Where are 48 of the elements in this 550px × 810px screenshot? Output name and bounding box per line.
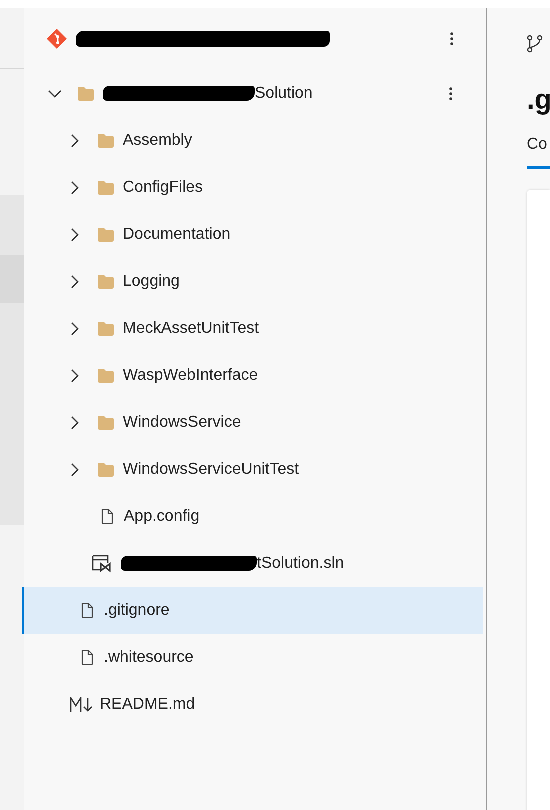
markdown-icon <box>70 696 94 712</box>
item-label: MeckAssetUnitTest <box>123 320 260 338</box>
folder-icon <box>98 180 114 194</box>
tree-item[interactable]: README.md <box>22 681 483 728</box>
folder-icon <box>78 86 94 100</box>
folder-icon <box>98 322 114 336</box>
tree-item[interactable]: Assembly <box>22 117 483 164</box>
item-label: .gitignore <box>104 602 170 620</box>
item-label: tSolution.sln <box>257 554 344 572</box>
item-label: Assembly <box>123 132 192 150</box>
tree-item[interactable]: Documentation <box>22 211 483 258</box>
tree-item[interactable]: WaspWebInterface <box>22 352 483 399</box>
folder-icon <box>98 462 114 476</box>
item-label: .whitesource <box>104 648 194 666</box>
item-label: WindowsServiceUnitTest <box>123 460 300 478</box>
tree-item[interactable]: MeckAssetUnitTest <box>22 305 483 352</box>
folder-icon <box>98 134 114 148</box>
tree-item[interactable]: WindowsService <box>22 399 483 446</box>
folder-icon <box>98 274 114 288</box>
tree-item[interactable]: .whitesource <box>22 634 483 681</box>
item-label: Solution <box>255 84 313 102</box>
tab[interactable]: Co <box>527 135 550 169</box>
file-title: .g <box>527 83 550 117</box>
folder-icon <box>98 416 114 430</box>
folder-icon <box>98 368 114 382</box>
solution-file-icon <box>92 554 112 572</box>
file-icon <box>80 649 94 666</box>
item-label: WaspWebInterface <box>123 366 258 384</box>
tree-item[interactable]: Solution <box>22 70 483 117</box>
tree-item[interactable]: App.config <box>22 493 483 540</box>
tree-item[interactable]: .gitignore <box>22 587 483 634</box>
git-logo-icon <box>47 29 67 49</box>
file-icon <box>80 602 94 619</box>
tree-item[interactable]: ConfigFiles <box>22 164 483 211</box>
item-label: ConfigFiles <box>123 178 204 196</box>
branch-icon <box>527 35 543 53</box>
file-icon <box>100 508 114 525</box>
item-label: Logging <box>123 272 180 290</box>
item-label: Documentation <box>123 226 231 244</box>
tree-item[interactable]: tSolution.sln <box>22 540 483 587</box>
folder-icon <box>98 228 114 242</box>
tree-item[interactable]: Logging <box>22 258 483 305</box>
item-label: WindowsService <box>123 414 242 432</box>
more-options-icon[interactable] <box>450 32 454 46</box>
item-label: README.md <box>100 696 196 714</box>
tree-item[interactable]: WindowsServiceUnitTest <box>22 446 483 493</box>
more-options-icon[interactable] <box>449 86 453 100</box>
item-label: App.config <box>124 508 200 526</box>
